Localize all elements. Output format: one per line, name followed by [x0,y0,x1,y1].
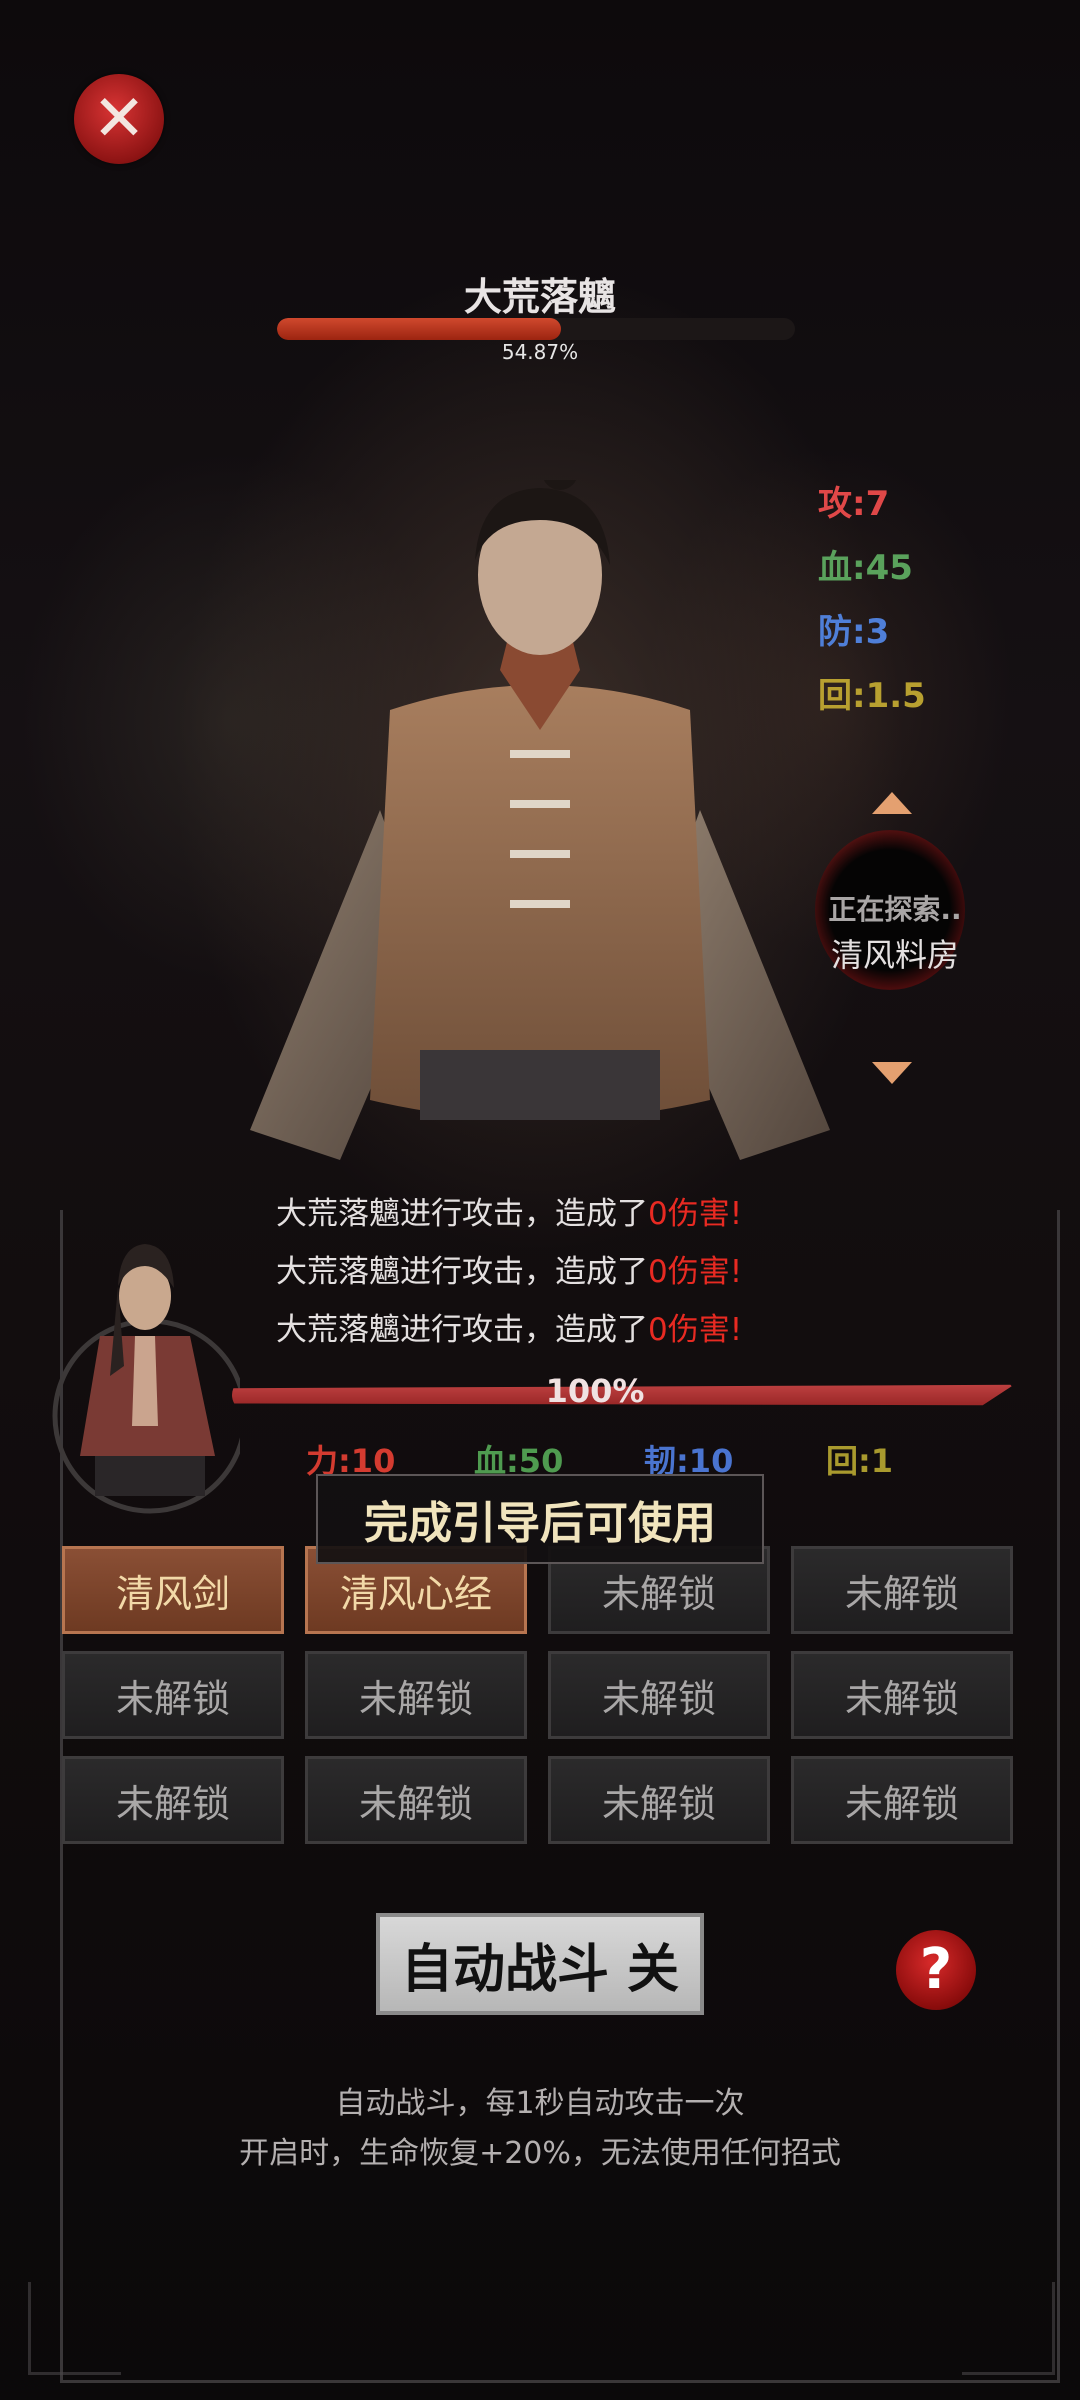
boss-hp-percent: 54.87% [501,340,579,364]
close-icon: ✕ [92,82,146,156]
guide-lock-tooltip: 完成引导后可使用 [316,1474,764,1564]
boss-name: 大荒落魑 [463,275,616,319]
close-button[interactable]: ✕ [74,74,164,164]
skill-slot[interactable]: 未解锁 [305,1756,527,1844]
combat-log-line: 大荒落魑进行攻击，造成了0伤害! [276,1312,743,1348]
enemy-blood-stat: 血:45 [818,548,913,588]
skill-slot[interactable]: 未解锁 [791,1756,1013,1844]
skill-slot[interactable]: 清风剑 [62,1546,284,1634]
boss-hp-bar [277,318,795,340]
frame-corner-left [28,2282,121,2375]
skill-slot[interactable]: 未解锁 [548,1651,770,1739]
explore-status: 正在探索.. [828,893,962,926]
enemy-attack-stat: 攻:7 [818,484,890,524]
skill-slot[interactable]: 未解锁 [791,1651,1013,1739]
enemy-character-portrait [250,480,830,1160]
skill-slot[interactable]: 未解锁 [62,1756,284,1844]
auto-battle-description-line2: 开启时，生命恢复+20%，无法使用任何招式 [239,2136,841,2171]
skill-slot[interactable]: 未解锁 [305,1651,527,1739]
player-hp-percent: 100% [545,1372,645,1410]
player-avatar [52,1244,240,1514]
frame-corner-right [962,2282,1055,2375]
help-button[interactable]: ? [896,1930,976,2010]
skill-slot[interactable]: 未解锁 [548,1756,770,1844]
skill-slot[interactable]: 未解锁 [62,1651,284,1739]
explore-location: 清风料房 [830,936,959,974]
player-regen-stat: 回:1 [826,1442,894,1480]
combat-log-line: 大荒落魑进行攻击，造成了0伤害! [276,1196,743,1232]
auto-battle-description-line1: 自动战斗，每1秒自动攻击一次 [335,2086,745,2121]
enemy-defense-stat: 防:3 [818,612,890,652]
combat-log-line: 大荒落魑进行攻击，造成了0伤害! [276,1254,743,1290]
auto-battle-toggle-button[interactable]: 自动战斗 关 [376,1913,704,2015]
question-icon: ? [919,1937,953,2002]
boss-hp-fill [277,318,562,340]
triangle-down-icon[interactable] [872,1062,912,1084]
triangle-up-icon[interactable] [872,792,912,814]
skill-slot[interactable]: 未解锁 [791,1546,1013,1634]
enemy-regen-stat: 回:1.5 [818,676,926,716]
